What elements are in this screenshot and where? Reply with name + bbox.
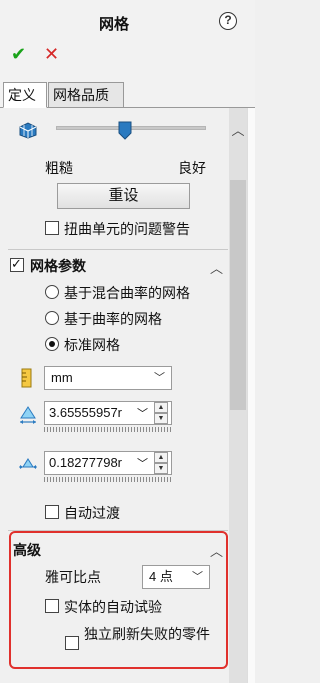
tolerance-icon <box>18 454 38 474</box>
panel-title: 网格 <box>98 16 129 33</box>
chevron-down-icon[interactable]: ﹀ <box>137 455 148 471</box>
radio-standard[interactable] <box>45 337 59 351</box>
tab-definition[interactable]: 定义 <box>3 82 47 108</box>
auto-transition-label: 自动过渡 <box>64 505 120 521</box>
tolerance-spinner[interactable]: 0.18277798r ﹀ ▲ ▼ <box>44 451 172 475</box>
mesh-params-title: 网格参数 <box>30 258 86 274</box>
density-slider-handle[interactable] <box>118 121 132 140</box>
spin-down-button[interactable]: ▼ <box>154 463 168 474</box>
chevron-down-icon[interactable]: ﹀ <box>137 405 148 421</box>
mesh-params-checkbox[interactable] <box>10 256 24 272</box>
highlight-box <box>9 531 228 669</box>
global-size-spinner[interactable]: 3.65555957r ﹀ ▲ ▼ <box>44 401 172 425</box>
reset-button[interactable]: 重设 <box>57 183 190 209</box>
help-icon[interactable]: ? <box>219 12 237 30</box>
scrollbar[interactable]: ︿ <box>229 108 247 683</box>
panel-edge <box>247 108 255 683</box>
coarse-label: 粗糙 <box>45 160 73 176</box>
tab-mesh-quality[interactable]: 网格品质 <box>48 82 124 108</box>
mesh-density-icon <box>18 121 38 139</box>
tolerance-value: 0.18277798r <box>49 455 123 470</box>
fine-label: 良好 <box>178 160 206 176</box>
curvature-label: 基于曲率的网格 <box>64 311 162 327</box>
distortion-warning-label: 扭曲单元的问题警告 <box>64 221 190 237</box>
cancel-x-icon[interactable]: ✕ <box>44 44 59 65</box>
chevron-down-icon: ﹀ <box>154 372 165 384</box>
tolerance-thumbwheel[interactable] <box>44 477 172 482</box>
spin-up-button[interactable]: ▲ <box>154 402 168 413</box>
chevron-up-icon[interactable]: ︿ <box>210 258 223 277</box>
element-size-icon <box>18 405 38 425</box>
radio-blended-curvature[interactable] <box>45 285 59 299</box>
spin-up-button[interactable]: ▲ <box>154 452 168 463</box>
chevron-up-icon[interactable]: ︿ <box>229 120 247 138</box>
unit-select[interactable]: mm ﹀ <box>44 366 172 390</box>
section-divider <box>8 249 228 250</box>
blended-curvature-label: 基于混合曲率的网格 <box>64 285 190 301</box>
scroll-thumb[interactable] <box>230 180 246 410</box>
property-manager-header: 网格 ? ✔ ✕ 定义 网格品质 <box>0 0 255 108</box>
radio-curvature[interactable] <box>45 311 59 325</box>
ruler-unit-icon <box>20 368 34 388</box>
global-size-thumbwheel[interactable] <box>44 427 172 432</box>
tab-strip: 定义 网格品质 <box>0 82 255 108</box>
auto-transition-checkbox[interactable] <box>45 505 59 519</box>
ok-check-icon[interactable]: ✔ <box>11 44 26 65</box>
standard-label: 标准网格 <box>64 337 120 353</box>
global-size-value: 3.65555957r <box>49 405 123 420</box>
spin-down-button[interactable]: ▼ <box>154 413 168 424</box>
unit-value: mm <box>51 370 73 385</box>
distortion-warning-checkbox[interactable] <box>45 221 59 235</box>
